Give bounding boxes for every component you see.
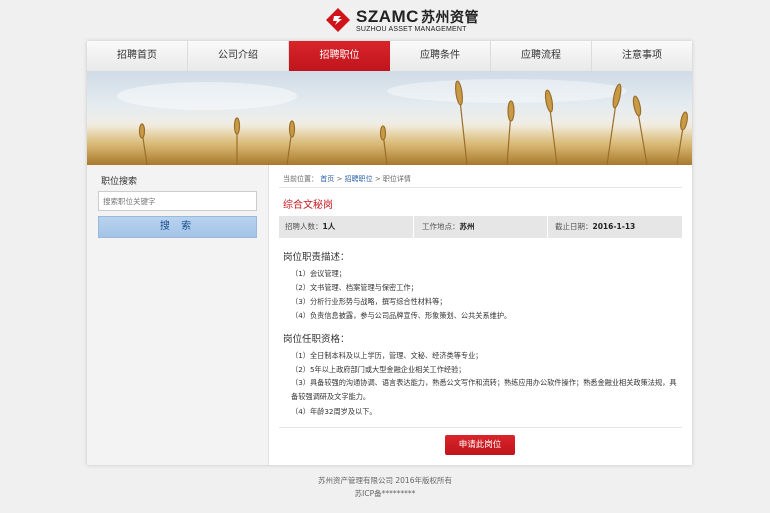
requirement-item: （3）具备较强的沟通协调、语言表达能力，熟悉公文写作和流转；熟练应用办公软件操作… [291,378,677,401]
divider [279,427,682,428]
duty-item: （4）负责信息披露，参与公司品牌宣传、形象策划、公共关系维护。 [291,311,512,320]
top-nav: 招聘首页 公司介绍 招聘职位 应聘条件 应聘流程 注意事项 [87,41,692,72]
divider [279,187,682,188]
duty-item: （3）分析行业形势与战略，撰写综合性材料等； [291,297,447,306]
sidebar-title: 职位搜索 [101,177,138,187]
deadline-value: 2016-1-13 [592,222,636,231]
duty-item: （1）会议管理； [291,269,346,278]
logo-text: SZAMC 苏州资管 [356,7,479,27]
logo-brand-cn: 苏州资管 [420,9,479,25]
job-title: 综合文秘岗 [283,200,333,211]
search-button[interactable]: 搜 索 [98,216,257,238]
nav-item-process[interactable]: 应聘流程 [491,41,592,71]
breadcrumb-jobs-link[interactable]: 招聘职位 [345,175,373,183]
job-detail: 当前位置： 首页 > 招聘职位 > 职位详情 综合文秘岗 招聘人数：1人 工作地… [279,165,682,465]
headcount-info: 招聘人数：1人 [285,216,335,238]
breadcrumb-current: 职位详情 [382,175,411,183]
requirement-item: （1）全日制本科及以上学历，管理、文秘、经济类等专业； [291,351,483,360]
requirements-heading: 岗位任职资格： [283,334,350,345]
nav-item-jobs[interactable]: 招聘职位 [289,41,390,71]
nav-item-notes[interactable]: 注意事项 [592,41,692,71]
requirement-item: （4）年龄32周岁及以下。 [291,407,377,416]
nav-item-conditions[interactable]: 应聘条件 [390,41,491,71]
breadcrumb: 当前位置： 首页 > 招聘职位 > 职位详情 [283,174,411,184]
footer-icp: 苏ICP备********* [354,489,416,498]
logo[interactable]: SZAMC 苏州资管 SUZHOU ASSET MANAGEMENT [326,6,478,36]
headcount-label: 招聘人数： [285,222,323,231]
duty-item: （2）文书管理、档案管理与保密工作； [291,283,418,292]
location-label: 工作地点： [422,222,460,231]
duties-heading: 岗位职责描述： [283,252,350,263]
logo-mark-icon [326,8,350,32]
footer-copyright: 苏州资产管理有限公司 2016年版权所有 [318,476,452,485]
breadcrumb-home-link[interactable]: 首页 [320,175,334,183]
apply-button[interactable]: 申请此岗位 [445,435,515,455]
divider [547,216,548,238]
breadcrumb-separator: > [336,175,343,183]
divider [413,216,414,238]
requirement-item: （2）5年以上政府部门或大型金融企业相关工作经验； [291,365,466,374]
nav-item-home[interactable]: 招聘首页 [87,41,188,71]
deadline-info: 截止日期：2016-1-13 [555,216,635,238]
logo-brand: SZAMC [356,7,419,26]
logo-subtitle: SUZHOU ASSET MANAGEMENT [356,26,467,33]
deadline-label: 截止日期： [555,222,593,231]
wheat-banner [87,71,692,165]
job-search-input[interactable] [98,191,257,211]
main-container: 招聘首页 公司介绍 招聘职位 应聘条件 应聘流程 注意事项 职位搜索 搜索职位关… [87,41,692,465]
breadcrumb-prefix: 当前位置： [283,175,318,183]
location-info: 工作地点：苏州 [422,216,475,238]
headcount-value: 1人 [322,222,336,231]
wheat-field-image [87,79,692,165]
nav-item-about[interactable]: 公司介绍 [188,41,289,71]
job-info-bar: 招聘人数：1人 工作地点：苏州 截止日期：2016-1-13 [279,216,682,238]
sidebar: 职位搜索 搜 索 [87,165,269,465]
location-value: 苏州 [459,222,475,231]
breadcrumb-separator: > [374,175,381,183]
